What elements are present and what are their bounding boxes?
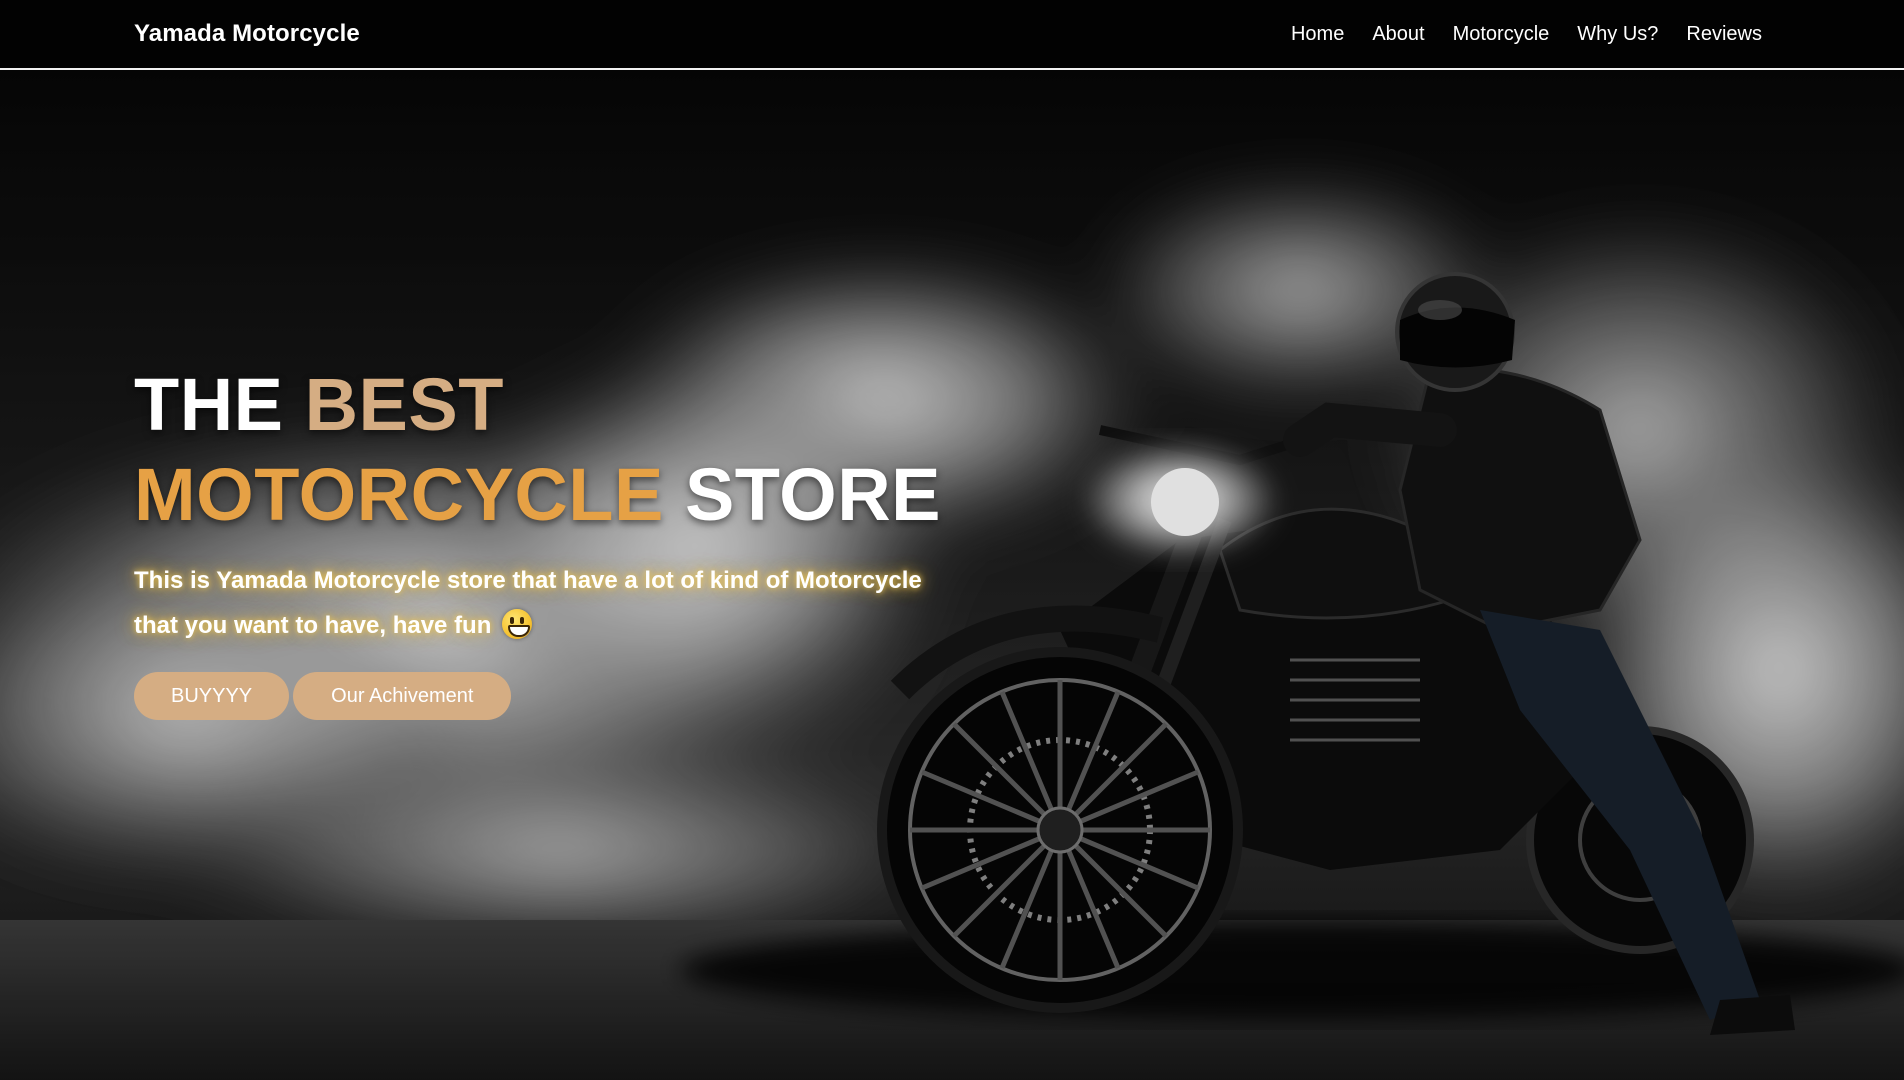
hero-section: THE BEST MOTORCYCLE STORE This is Yamada…: [0, 70, 1904, 1080]
nav-link-why-us[interactable]: Why Us?: [1577, 23, 1658, 45]
top-navbar: Yamada Motorcycle Home About Motorcycle …: [0, 0, 1904, 70]
nav-item-reviews: Reviews: [1686, 23, 1762, 46]
hero-buttons: BUYYYY Our Achivement: [134, 672, 1034, 720]
hero-description: This is Yamada Motorcycle store that hav…: [134, 558, 934, 648]
nav-link-about[interactable]: About: [1372, 23, 1424, 45]
nav-item-motorcycle: Motorcycle: [1453, 23, 1550, 46]
nav-item-home: Home: [1291, 23, 1344, 46]
hero-title-word-best: BEST: [304, 363, 504, 446]
nav-links: Home About Motorcycle Why Us? Reviews: [1291, 23, 1762, 46]
nav-link-motorcycle[interactable]: Motorcycle: [1453, 23, 1550, 45]
grinning-face-icon: [502, 609, 533, 639]
brand-logo-link[interactable]: Yamada Motorcycle: [134, 20, 360, 48]
our-achievement-button[interactable]: Our Achivement: [293, 672, 512, 720]
nav-item-why-us: Why Us?: [1577, 23, 1658, 46]
hero-title-word-store: STORE: [684, 453, 942, 536]
hero-title: THE BEST MOTORCYCLE STORE: [134, 360, 1034, 540]
nav-link-reviews[interactable]: Reviews: [1686, 23, 1762, 45]
hero-content: THE BEST MOTORCYCLE STORE This is Yamada…: [134, 360, 1034, 720]
buy-button[interactable]: BUYYYY: [134, 672, 290, 720]
nav-item-about: About: [1372, 23, 1424, 46]
nav-link-home[interactable]: Home: [1291, 23, 1344, 45]
hero-title-word-the: THE: [134, 363, 284, 446]
hero-title-word-motorcycle: MOTORCYCLE: [134, 453, 664, 536]
